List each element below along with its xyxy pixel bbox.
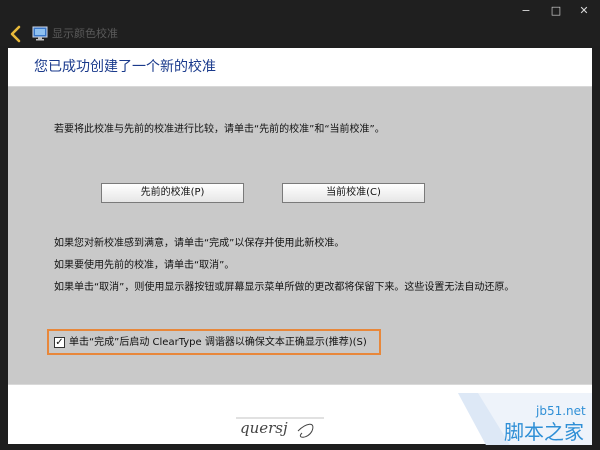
page-header: 您已成功创建了一个新的校准 xyxy=(8,48,592,86)
cleartype-checkbox-label[interactable]: 单击“完成”后启动 ClearType 调谐器以确保文本正确显示(推荐)(S) xyxy=(69,336,367,350)
watermark-domain: jb51.net xyxy=(535,404,586,418)
signature-text: quersj xyxy=(240,419,288,437)
satisfied-instruction: 如果您对新校准感到满意，请单击“完成”以保存并使用此新校准。 xyxy=(54,238,345,249)
footer: quersj jb51.net 脚本之家 xyxy=(8,384,592,445)
signature-mark: quersj xyxy=(236,417,324,438)
use-previous-instruction: 如果要使用先前的校准，请单击“取消”。 xyxy=(54,260,235,271)
cleartype-checkbox[interactable]: ✓ xyxy=(54,337,65,348)
nav-bar: 显示颜色校准 xyxy=(0,22,600,46)
back-button[interactable] xyxy=(6,23,26,45)
title-bar: − □ ✕ xyxy=(0,0,600,22)
watermark-name: 脚本之家 xyxy=(504,420,584,444)
close-button[interactable]: ✕ xyxy=(572,2,596,20)
compare-instruction: 若要将此校准与先前的校准进行比较，请单击“先前的校准”和“当前校准”。 xyxy=(54,124,385,135)
maximize-button[interactable]: □ xyxy=(544,2,568,20)
cancel-note: 如果单击“取消”，则使用显示器按钮或屏幕显示菜单所做的更改都将保留下来。这些设置… xyxy=(54,282,515,293)
cleartype-option-highlight: ✓ 单击“完成”后启动 ClearType 调谐器以确保文本正确显示(推荐)(S… xyxy=(47,329,381,355)
back-arrow-icon xyxy=(10,25,21,43)
watermark: jb51.net 脚本之家 xyxy=(458,393,592,445)
previous-calibration-button[interactable]: 先前的校准(P) xyxy=(101,183,244,203)
app-title: 显示颜色校准 xyxy=(52,27,118,40)
page-title: 您已成功创建了一个新的校准 xyxy=(34,59,216,75)
content-panel: 若要将此校准与先前的校准进行比较，请单击“先前的校准”和“当前校准”。 先前的校… xyxy=(8,86,592,384)
current-calibration-button[interactable]: 当前校准(C) xyxy=(282,183,425,203)
minimize-button[interactable]: − xyxy=(514,2,538,20)
monitor-icon xyxy=(32,26,48,41)
